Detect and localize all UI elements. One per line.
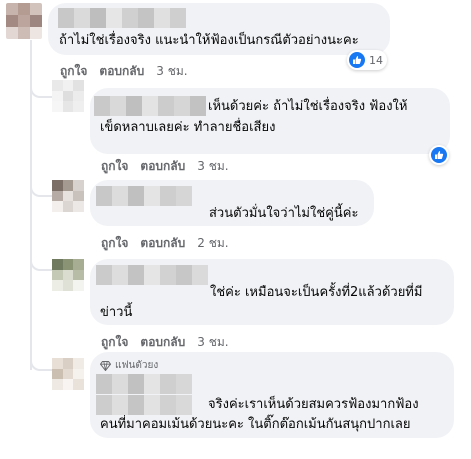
comment-bubble: ส่วนตัวมั่นใจว่าไม่ใช่คู่นี้ค่ะ xyxy=(90,180,374,226)
author-name[interactable] xyxy=(58,8,186,28)
top-fan-badge: แฟนตัวยง xyxy=(100,358,158,373)
author-name[interactable] xyxy=(96,265,208,285)
author-name[interactable] xyxy=(96,374,192,394)
like-icon xyxy=(431,147,447,163)
timestamp[interactable]: 3 ชม. xyxy=(197,157,228,176)
like-button[interactable]: ถูกใจ xyxy=(101,234,128,253)
thread-branch xyxy=(30,259,54,271)
comment-bubble: ใช่ค่ะ เหมือนจะเป็นครั้งที่2แล้วด้วยที่ม… xyxy=(90,259,454,325)
author-name[interactable] xyxy=(96,395,192,415)
thread-branch xyxy=(30,359,54,371)
author-name[interactable] xyxy=(96,186,192,206)
avatar[interactable] xyxy=(52,259,84,291)
comment-text: ส่วนตัวมั่นใจว่าไม่ใช่คู่นี้ค่ะ xyxy=(209,206,359,221)
comment-text: ข่าวนี้ xyxy=(100,305,133,320)
avatar[interactable] xyxy=(52,180,84,212)
thread-branch xyxy=(30,185,54,197)
reply-button[interactable]: ตอบกลับ xyxy=(140,333,185,352)
reaction-count: 14 xyxy=(369,53,383,67)
like-button[interactable]: ถูกใจ xyxy=(101,157,128,176)
avatar[interactable] xyxy=(52,358,84,390)
avatar[interactable] xyxy=(52,80,84,112)
author-name[interactable] xyxy=(94,96,206,116)
comment-text: เข็ดหลาบเลยค่ะ ทำลายชื่อเสียง xyxy=(100,120,276,135)
timestamp[interactable]: 3 ชม. xyxy=(156,62,187,81)
like-button[interactable]: ถูกใจ xyxy=(60,62,87,81)
avatar[interactable] xyxy=(6,3,42,39)
reply-button[interactable]: ตอบกลับ xyxy=(140,157,185,176)
reaction-summary[interactable] xyxy=(429,145,449,165)
comment-bubble: ถ้าไม่ใช่เรื่องจริง แนะนำให้ฟ้องเป็นกรณี… xyxy=(48,3,390,55)
timestamp[interactable]: 3 ชม. xyxy=(197,333,228,352)
reaction-summary[interactable]: 14 xyxy=(347,50,387,70)
comment-bubble: เห็นด้วยค่ะ ถ้าไม่ใช่เรื่องจริง ฟ้องให้ … xyxy=(90,88,450,154)
reply-button[interactable]: ตอบกลับ xyxy=(99,62,144,81)
comment-actions: ถูกใจ ตอบกลับ 2 ชม. xyxy=(101,234,229,253)
comment-text: ถ้าไม่ใช่เรื่องจริง แนะนำให้ฟ้องเป็นกรณี… xyxy=(59,33,359,48)
comment-text: ใช่ค่ะ เหมือนจะเป็นครั้งที่2แล้วด้วยที่ม… xyxy=(210,285,423,300)
diamond-icon xyxy=(100,360,111,371)
comment-text: เห็นด้วยค่ะ ถ้าไม่ใช่เรื่องจริง ฟ้องให้ xyxy=(208,99,408,114)
like-button[interactable]: ถูกใจ xyxy=(101,333,128,352)
comment-actions: ถูกใจ ตอบกลับ 3 ชม. xyxy=(101,333,229,352)
comment-text: คนที่มาคอมเม้นด้วยนะคะ ในติ๊กต๊อกเม้นกัน… xyxy=(100,417,411,432)
reply-button[interactable]: ตอบกลับ xyxy=(140,234,185,253)
comment-actions: ถูกใจ ตอบกลับ 3 ชม. xyxy=(60,62,188,81)
timestamp[interactable]: 2 ชม. xyxy=(197,234,228,253)
comment-text: จริงค่ะเราเห็นด้วยสมควรฟ้องมากฟ้อง xyxy=(208,397,419,412)
badge-label: แฟนตัวยง xyxy=(115,360,159,371)
thread-branch xyxy=(30,86,54,98)
comment-actions: ถูกใจ ตอบกลับ 3 ชม. xyxy=(101,157,229,176)
like-icon xyxy=(349,52,365,68)
